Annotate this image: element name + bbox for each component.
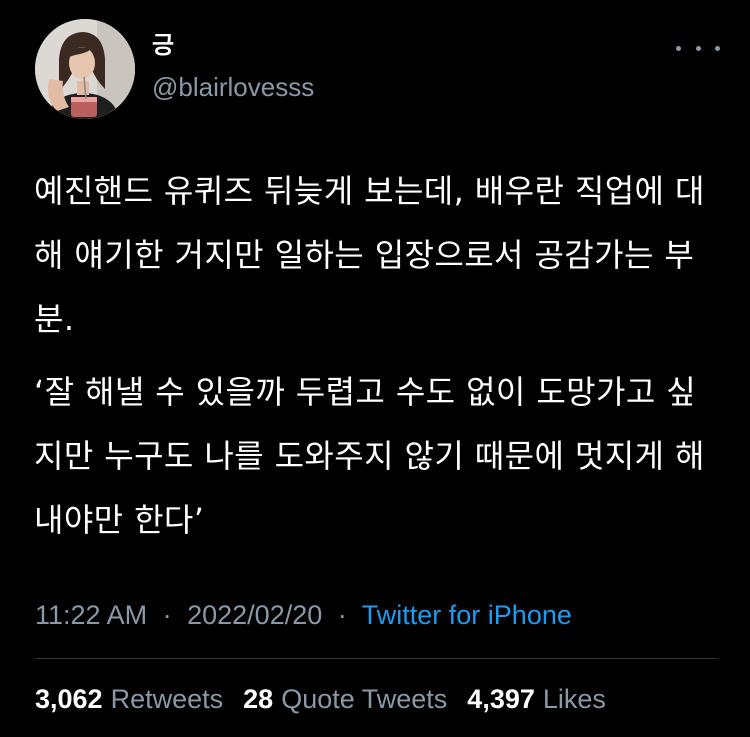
likes-stat[interactable]: 4,397 Likes [467, 680, 606, 718]
quote-tweets-count: 28 [243, 684, 274, 714]
tweet-stats: 3,062 Retweets 28 Quote Tweets 4,397 Likes [35, 680, 606, 718]
meta-separator: · [162, 600, 172, 630]
more-dot [676, 45, 681, 51]
retweets-label: Retweets [110, 684, 224, 714]
tweet-date[interactable]: 2022/02/20 [187, 600, 322, 630]
tweet-source-link[interactable]: Twitter for iPhone [362, 600, 572, 630]
likes-label: Likes [542, 684, 606, 714]
display-name[interactable]: 긍 [152, 30, 174, 60]
quote-tweets-label: Quote Tweets [281, 684, 448, 714]
likes-count: 4,397 [467, 684, 535, 714]
tweet-time[interactable]: 11:22 AM [35, 600, 147, 630]
more-horizontal-icon[interactable] [676, 36, 720, 60]
tweet-text-paragraph-1: 예진핸드 유퀴즈 뒤늦게 보는데, 배우란 직업에 대해 얘기한 거지만 일하는… [34, 172, 705, 338]
avatar[interactable] [35, 19, 135, 119]
tweet-text-paragraph-2: ‘잘 해낼 수 있을까 두렵고 수도 없이 도망가고 싶지만 누구도 나를 도와… [34, 373, 705, 539]
meta-separator: · [337, 600, 347, 630]
retweets-stat[interactable]: 3,062 Retweets [35, 680, 223, 718]
user-handle[interactable]: @blairlovesss [152, 71, 314, 103]
retweets-count: 3,062 [35, 684, 103, 714]
more-dot [715, 45, 720, 51]
divider [35, 658, 718, 659]
more-dot [695, 45, 701, 51]
quote-tweets-stat[interactable]: 28 Quote Tweets [243, 680, 447, 718]
tweet-card: 긍 @blairlovesss 예진핸드 유퀴즈 뒤늦게 보는데, 배우란 직업… [0, 0, 750, 737]
tweet-meta: 11:22 AM · 2022/02/20 · Twitter for iPho… [35, 597, 572, 633]
avatar-photo [35, 19, 135, 119]
